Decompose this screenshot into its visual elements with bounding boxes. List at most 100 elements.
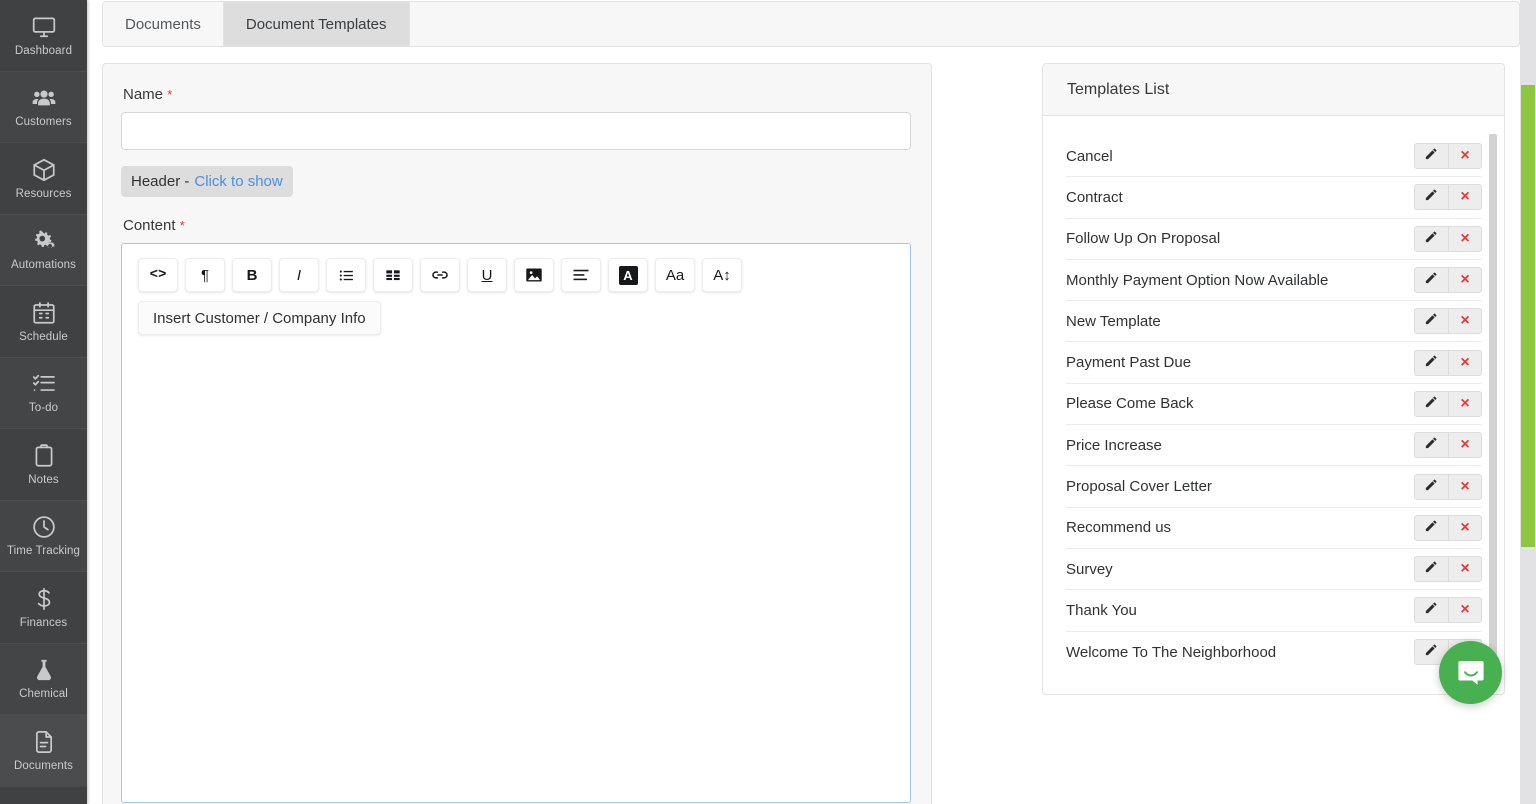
- edit-template-button[interactable]: [1414, 390, 1448, 417]
- x-icon: ×: [1460, 436, 1470, 454]
- page-scrollbar-thumb[interactable]: [1521, 85, 1535, 547]
- template-name: Welcome To The Neighborhood: [1066, 643, 1277, 661]
- sidebar-item-label: Schedule: [19, 330, 68, 343]
- template-row[interactable]: Thank You ×: [1066, 590, 1482, 632]
- tab-document-templates[interactable]: Document Templates: [223, 2, 410, 46]
- people-icon: [31, 85, 57, 111]
- editor-toolbar-row-2: Insert Customer / Company Info: [122, 292, 910, 335]
- intercom-chat-launcher[interactable]: [1439, 641, 1502, 704]
- template-row[interactable]: Payment Past Due ×: [1066, 342, 1482, 384]
- template-row-actions: ×: [1414, 349, 1482, 376]
- edit-template-button[interactable]: [1414, 556, 1448, 583]
- bold-icon[interactable]: B: [232, 258, 272, 292]
- sidebar-item-label: Documents: [13, 759, 74, 772]
- content-editor: <> ¶ B I U A Aa A↕ Insert Customer / Company In…: [121, 243, 911, 803]
- template-row[interactable]: Proposal Cover Letter ×: [1066, 466, 1482, 508]
- template-name-input[interactable]: [121, 112, 911, 150]
- editor-toolbar: <> ¶ B I U A Aa A↕: [122, 244, 910, 292]
- template-row[interactable]: Contract ×: [1066, 177, 1482, 219]
- sidebar-item-customers[interactable]: Customers: [0, 71, 87, 143]
- underline-icon[interactable]: U: [467, 258, 507, 292]
- x-icon: ×: [1460, 477, 1470, 495]
- code-icon[interactable]: <>: [138, 258, 178, 292]
- checklist-icon: [31, 371, 57, 397]
- sidebar-item-notes[interactable]: Notes: [0, 429, 87, 501]
- delete-template-button[interactable]: ×: [1448, 349, 1482, 376]
- link-icon[interactable]: [420, 258, 460, 292]
- table-icon[interactable]: [373, 258, 413, 292]
- delete-template-button[interactable]: ×: [1448, 308, 1482, 335]
- header-toggle-badge[interactable]: Header - Click to show: [121, 166, 293, 197]
- align-icon[interactable]: [561, 258, 601, 292]
- app-root: Dashboard Customers Resources Automations Sc…: [0, 0, 1536, 804]
- tab-documents[interactable]: Documents: [103, 2, 224, 46]
- delete-template-button[interactable]: ×: [1448, 597, 1482, 624]
- x-icon: ×: [1460, 147, 1470, 165]
- sidebar-item-documents[interactable]: Documents: [0, 715, 87, 787]
- templates-list-header: Templates List: [1043, 64, 1504, 116]
- edit-template-button[interactable]: [1414, 597, 1448, 624]
- template-row[interactable]: Recommend us ×: [1066, 508, 1482, 549]
- sidebar-item-to-do[interactable]: To-do: [0, 357, 87, 429]
- template-row-actions: ×: [1414, 514, 1482, 541]
- code-icon-glyph: <>: [149, 267, 167, 283]
- name-required-marker: *: [167, 87, 173, 102]
- template-row-actions: ×: [1414, 184, 1482, 211]
- delete-template-button[interactable]: ×: [1448, 473, 1482, 500]
- sidebar-item-time-tracking[interactable]: Time Tracking: [0, 500, 87, 572]
- italic-icon-glyph: I: [296, 266, 302, 284]
- edit-template-button[interactable]: [1414, 432, 1448, 459]
- templates-list-card: Templates List Cancel × Contract × Follow Up…: [1042, 63, 1505, 695]
- delete-template-button[interactable]: ×: [1448, 184, 1482, 211]
- edit-template-button[interactable]: [1414, 308, 1448, 335]
- clock-icon: [31, 514, 57, 540]
- edit-template-button[interactable]: [1414, 514, 1448, 541]
- template-row[interactable]: Monthly Payment Option Now Available ×: [1066, 260, 1482, 302]
- bullet-list-icon[interactable]: [326, 258, 366, 292]
- template-row[interactable]: New Template ×: [1066, 301, 1482, 343]
- sidebar-item-finances[interactable]: Finances: [0, 572, 87, 644]
- sidebar-item-label: Chemical: [19, 688, 68, 701]
- delete-template-button[interactable]: ×: [1448, 390, 1482, 417]
- image-icon[interactable]: [514, 258, 554, 292]
- sidebar-item-chemical[interactable]: Chemical: [0, 643, 87, 715]
- delete-template-button[interactable]: ×: [1448, 267, 1482, 294]
- sidebar-item-resources[interactable]: Resources: [0, 143, 87, 215]
- edit-template-button[interactable]: [1414, 349, 1448, 376]
- delete-template-button[interactable]: ×: [1448, 143, 1482, 170]
- edit-template-button[interactable]: [1414, 267, 1448, 294]
- sidebar-item-automations[interactable]: Automations: [0, 214, 87, 286]
- template-row[interactable]: Survey ×: [1066, 549, 1482, 591]
- edit-template-button[interactable]: [1414, 225, 1448, 252]
- delete-template-button[interactable]: ×: [1448, 225, 1482, 252]
- sidebar-item-dashboard[interactable]: Dashboard: [0, 0, 87, 72]
- templates-list-title: Templates List: [1067, 80, 1170, 98]
- template-row[interactable]: Price Increase ×: [1066, 425, 1482, 467]
- header-show-link[interactable]: Click to show: [194, 173, 282, 190]
- insert-customer-company-info-button[interactable]: Insert Customer / Company Info: [138, 301, 381, 335]
- edit-template-button[interactable]: [1414, 184, 1448, 211]
- delete-template-button[interactable]: ×: [1448, 514, 1482, 541]
- template-row[interactable]: Cancel ×: [1066, 136, 1482, 178]
- text-background-color-icon[interactable]: A: [608, 258, 648, 292]
- template-row-actions: ×: [1414, 308, 1482, 335]
- font-size-icon[interactable]: A↕: [702, 258, 742, 292]
- template-row-actions: ×: [1414, 267, 1482, 294]
- edit-template-button[interactable]: [1414, 143, 1448, 170]
- template-row[interactable]: Welcome To The Neighborhood×: [1066, 632, 1482, 673]
- sidebar-item-schedule[interactable]: Schedule: [0, 286, 87, 358]
- template-row[interactable]: Follow Up On Proposal ×: [1066, 219, 1482, 260]
- template-name: Monthly Payment Option Now Available: [1066, 271, 1329, 289]
- font-family-icon[interactable]: Aa: [655, 258, 695, 292]
- templates-list-scrollbar-thumb[interactable]: [1489, 134, 1497, 658]
- edit-template-button[interactable]: [1414, 473, 1448, 500]
- x-icon: ×: [1460, 353, 1470, 371]
- template-name: New Template: [1066, 312, 1161, 330]
- italic-icon[interactable]: I: [279, 258, 319, 292]
- template-row[interactable]: Please Come Back ×: [1066, 384, 1482, 426]
- paragraph-icon[interactable]: ¶: [185, 258, 225, 292]
- delete-template-button[interactable]: ×: [1448, 556, 1482, 583]
- delete-template-button[interactable]: ×: [1448, 432, 1482, 459]
- header-badge-label: Header -: [131, 173, 190, 190]
- content-editor-body[interactable]: [122, 348, 910, 802]
